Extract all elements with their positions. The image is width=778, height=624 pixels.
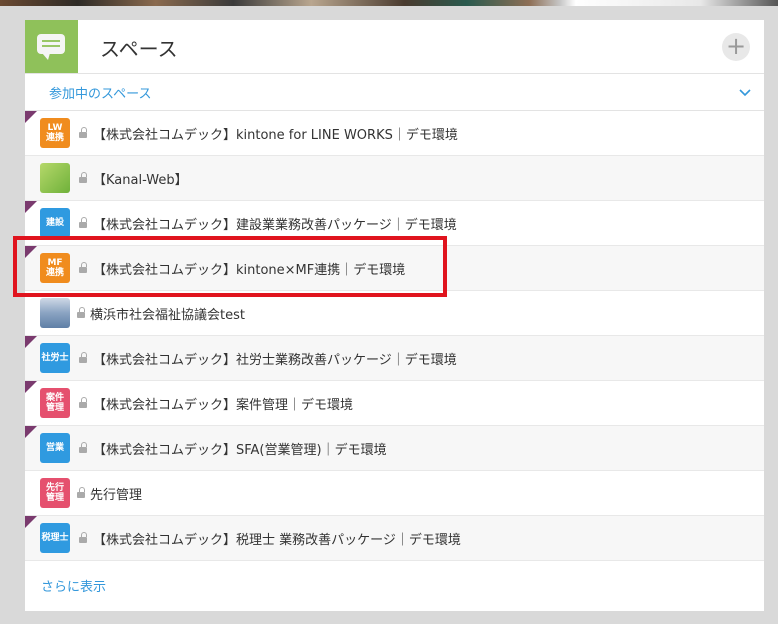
panel-header: スペース + xyxy=(25,20,764,74)
lock-icon xyxy=(79,127,89,139)
background-strip xyxy=(0,0,778,6)
space-name: 【株式会社コムデック】SFA(営業管理)｜デモ環境 xyxy=(93,443,387,458)
spaces-panel: スペース + 参加中のスペース LW 連携 【株式会社コムデック】kintone f… xyxy=(25,20,764,611)
space-name: 【Kanal-Web】 xyxy=(93,173,188,188)
joined-spaces-header[interactable]: 参加中のスペース xyxy=(25,74,764,111)
space-icon: 税理士 xyxy=(40,523,70,553)
highlight-box xyxy=(13,236,447,297)
joined-spaces-label: 参加中のスペース xyxy=(49,87,152,102)
lock-icon xyxy=(79,442,89,454)
lock-icon xyxy=(77,487,87,499)
corner-marker xyxy=(25,426,37,438)
corner-marker xyxy=(25,381,37,393)
space-name: 横浜市社会福祉協議会test xyxy=(90,308,245,323)
space-list-item[interactable]: 横浜市社会福祉協議会test xyxy=(25,291,764,336)
space-list-item[interactable]: 税理士 【株式会社コムデック】税理士 業務改善パッケージ｜デモ環境 xyxy=(25,516,764,561)
corner-marker xyxy=(25,336,37,348)
space-icon: 営業 xyxy=(40,433,70,463)
lock-icon xyxy=(79,397,89,409)
space-list-item[interactable]: 【Kanal-Web】 xyxy=(25,156,764,201)
space-icon xyxy=(40,298,70,328)
show-more-link[interactable]: さらに表示 xyxy=(41,576,106,595)
space-icon: 建設 xyxy=(40,208,70,238)
space-list: LW 連携 【株式会社コムデック】kintone for LINE WORKS｜デモ… xyxy=(25,111,764,561)
space-icon: LW 連携 xyxy=(40,118,70,148)
space-list-item[interactable]: 社労士 【株式会社コムデック】社労士業務改善パッケージ｜デモ環境 xyxy=(25,336,764,381)
space-name: 【株式会社コムデック】建設業業務改善パッケージ｜デモ環境 xyxy=(93,218,457,233)
space-name: 【株式会社コムデック】kintone for LINE WORKS｜デモ環境 xyxy=(93,128,458,143)
space-list-item[interactable]: 案件 管理 【株式会社コムデック】案件管理｜デモ環境 xyxy=(25,381,764,426)
chevron-down-icon[interactable] xyxy=(738,85,752,99)
space-list-item[interactable]: LW 連携 【株式会社コムデック】kintone for LINE WORKS｜デモ… xyxy=(25,111,764,156)
space-name: 先行管理 xyxy=(90,488,143,503)
corner-marker xyxy=(25,111,37,123)
space-icon xyxy=(40,163,70,193)
speech-bubble-icon xyxy=(25,20,78,73)
lock-icon xyxy=(79,217,89,229)
add-space-button[interactable]: + xyxy=(722,33,750,61)
panel-title: スペース xyxy=(100,37,178,61)
space-name: 【株式会社コムデック】税理士 業務改善パッケージ｜デモ環境 xyxy=(93,533,461,548)
space-icon: 先行 管理 xyxy=(40,478,70,508)
space-icon: 社労士 xyxy=(40,343,70,373)
space-list-item[interactable]: 先行 管理 先行管理 xyxy=(25,471,764,516)
corner-marker xyxy=(25,201,37,213)
lock-icon xyxy=(79,532,89,544)
space-name: 【株式会社コムデック】社労士業務改善パッケージ｜デモ環境 xyxy=(93,353,457,368)
lock-icon xyxy=(79,352,89,364)
corner-marker xyxy=(25,516,37,528)
space-list-item[interactable]: 営業 【株式会社コムデック】SFA(営業管理)｜デモ環境 xyxy=(25,426,764,471)
space-name: 【株式会社コムデック】案件管理｜デモ環境 xyxy=(93,398,354,413)
lock-icon xyxy=(77,307,87,319)
lock-icon xyxy=(79,172,89,184)
space-icon: 案件 管理 xyxy=(40,388,70,418)
